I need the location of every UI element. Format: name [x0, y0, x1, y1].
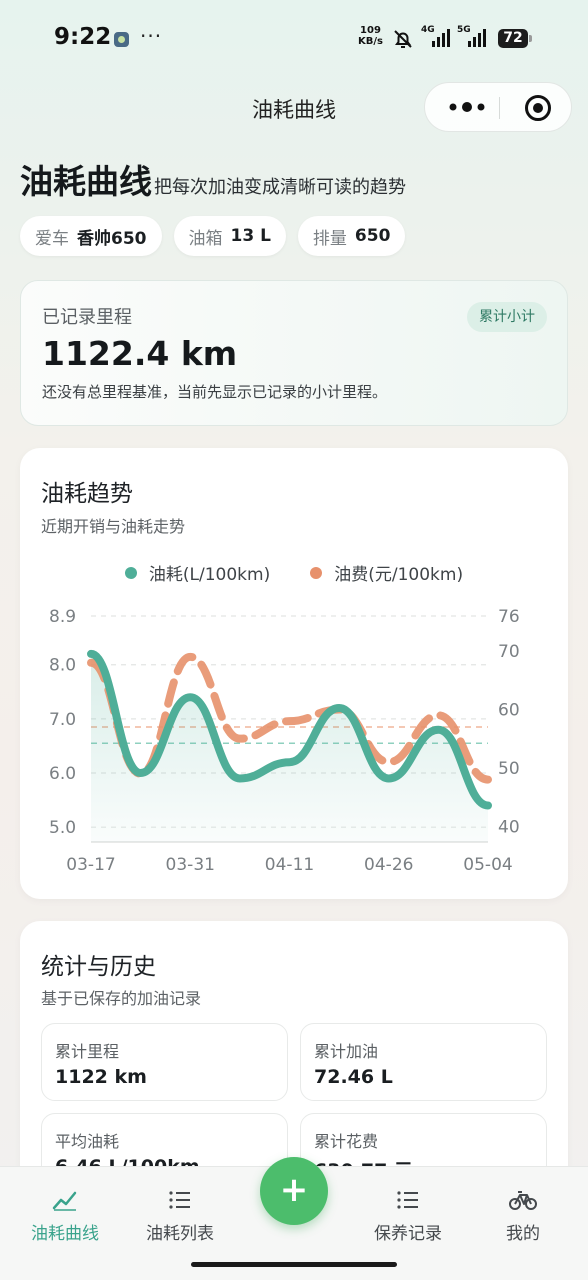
y-left-tick-label: 7.0: [49, 710, 76, 730]
y-right-tick-label: 60: [498, 700, 520, 720]
stat-value: 1122 km: [55, 1066, 147, 1088]
add-record-button[interactable]: +: [260, 1157, 328, 1225]
stat-total-mileage: 累计里程 1122 km: [41, 1023, 288, 1101]
y-left-tick-label: 5.0: [49, 818, 76, 838]
stat-label: 累计加油: [314, 1042, 379, 1061]
signal-5g-icon: [468, 29, 486, 47]
app-notification-icon: [114, 32, 129, 47]
trend-card: 油耗趋势 近期开销与油耗走势 油耗(L/100km) 油费(元/100km) 8…: [20, 448, 568, 899]
tab-label: 油耗列表: [146, 1224, 214, 1244]
y-right-tick-label: 76: [498, 607, 520, 627]
y-right-tick-label: 70: [498, 642, 520, 662]
page-header: 油耗曲线 把每次加油变成清晰可读的趋势: [20, 155, 568, 203]
chip-label: 爱车: [35, 228, 69, 249]
chip-vehicle: 爱车 香帅650: [20, 216, 162, 256]
tab-label: 保养记录: [374, 1224, 442, 1244]
chart-icon: [10, 1187, 120, 1213]
stat-total-fuel: 累计加油 72.46 L: [300, 1023, 547, 1101]
chip-label: 油箱: [188, 228, 223, 249]
chip-value: 650: [354, 226, 391, 246]
list-icon: [125, 1187, 235, 1213]
fuel-area-fill: [91, 653, 488, 842]
capsule-divider: [499, 97, 500, 119]
chip-label: 排量: [312, 228, 347, 249]
bicycle-icon: [468, 1187, 578, 1213]
y-right-tick-label: 40: [498, 817, 520, 837]
network-speed-unit: KB/s: [358, 36, 383, 47]
vehicle-chips: 爱车 香帅650 油箱 13 L 排量 650: [20, 216, 406, 256]
x-tick-label: 04-11: [265, 855, 314, 875]
tab-profile[interactable]: 我的: [468, 1187, 578, 1244]
mileage-note: 还没有总里程基准，当前先显示已记录的小计里程。: [42, 383, 388, 401]
mileage-value: 1122.4 km: [42, 334, 238, 373]
x-tick-label: 03-17: [66, 855, 115, 875]
mileage-label: 已记录里程: [42, 307, 132, 328]
x-tick-label: 04-26: [364, 855, 413, 875]
y-left-tick-label: 6.0: [49, 764, 76, 784]
more-notifications-icon: ···: [140, 24, 163, 48]
mini-program-capsule: [424, 82, 572, 132]
stat-label: 平均油耗: [55, 1132, 120, 1151]
tab-maintenance[interactable]: 保养记录: [353, 1187, 463, 1244]
network-speed-value: 109: [360, 25, 381, 36]
stat-label: 累计里程: [55, 1042, 120, 1061]
y-left-tick-label: 8.0: [49, 656, 76, 676]
x-tick-label: 05-04: [463, 855, 512, 875]
close-mini-program-icon[interactable]: [525, 95, 551, 121]
page-title: 油耗曲线: [20, 162, 152, 201]
stats-title: 统计与历史: [41, 954, 156, 980]
fuel-trend-chart[interactable]: 8.9 8.0 7.0 6.0 5.0 76 70 60 50 40 03-17 03-31 04-11…: [20, 448, 568, 899]
stat-label: 累计花费: [314, 1132, 379, 1151]
y-left-tick-label: 8.9: [49, 607, 76, 627]
page-subtitle: 把每次加油变成清晰可读的趋势: [154, 177, 406, 198]
stats-subtitle: 基于已保存的加油记录: [41, 989, 202, 1008]
status-time: 9:22: [54, 24, 112, 50]
chip-value: 13 L: [230, 226, 271, 246]
mute-bell-icon: [394, 30, 412, 48]
battery-indicator: 72: [498, 29, 532, 48]
tab-fuel-curve[interactable]: 油耗曲线: [10, 1187, 120, 1244]
tab-fuel-list[interactable]: 油耗列表: [125, 1187, 235, 1244]
signal-4g-icon: [432, 29, 450, 47]
chip-value: 香帅650: [77, 228, 147, 249]
tab-label: 油耗曲线: [31, 1224, 99, 1244]
list-icon: [353, 1187, 463, 1213]
mileage-card: 已记录里程 1122.4 km 还没有总里程基准，当前先显示已记录的小计里程。 …: [20, 280, 568, 426]
tab-label: 我的: [506, 1224, 540, 1244]
stat-value: 72.46 L: [314, 1066, 393, 1088]
more-options-icon[interactable]: [447, 94, 487, 120]
y-right-tick-label: 50: [498, 759, 520, 779]
chip-tank: 油箱 13 L: [173, 216, 286, 256]
status-bar: 9:22 ··· 109 KB/s 4G 5G 72: [0, 0, 588, 80]
x-tick-label: 03-31: [166, 855, 215, 875]
home-indicator[interactable]: [191, 1262, 397, 1267]
mileage-badge: 累计小计: [467, 302, 547, 332]
chip-displacement: 排量 650: [297, 216, 406, 256]
network-speed: 109 KB/s: [358, 25, 383, 47]
